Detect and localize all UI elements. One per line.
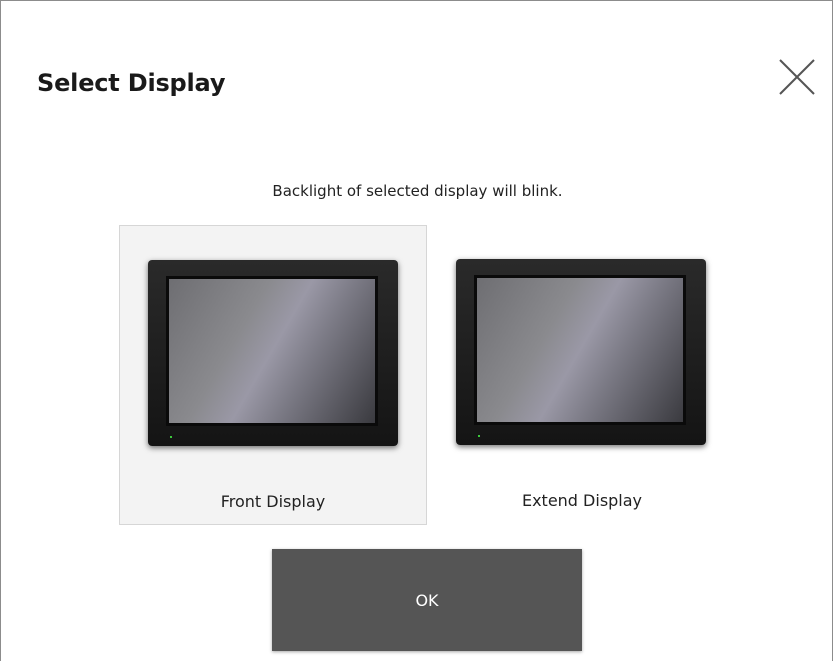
extend-display-label: Extend Display bbox=[521, 491, 643, 510]
select-display-dialog: Select Display Backlight of selected dis… bbox=[0, 0, 833, 661]
monitor-icon bbox=[148, 260, 398, 446]
dialog-title: Select Display bbox=[37, 69, 226, 97]
monitor-screen bbox=[166, 276, 378, 426]
close-button[interactable] bbox=[777, 57, 817, 97]
monitor-screen bbox=[474, 275, 686, 425]
front-display-label: Front Display bbox=[220, 492, 326, 511]
extend-display-option[interactable]: Extend Display bbox=[428, 225, 736, 525]
power-led-icon bbox=[170, 436, 172, 438]
monitor-icon bbox=[456, 259, 706, 445]
close-icon bbox=[779, 59, 815, 95]
instruction-text: Backlight of selected display will blink… bbox=[272, 182, 563, 200]
ok-button[interactable]: OK bbox=[272, 549, 582, 651]
power-led-icon bbox=[478, 435, 480, 437]
front-display-option[interactable]: Front Display bbox=[119, 225, 427, 525]
